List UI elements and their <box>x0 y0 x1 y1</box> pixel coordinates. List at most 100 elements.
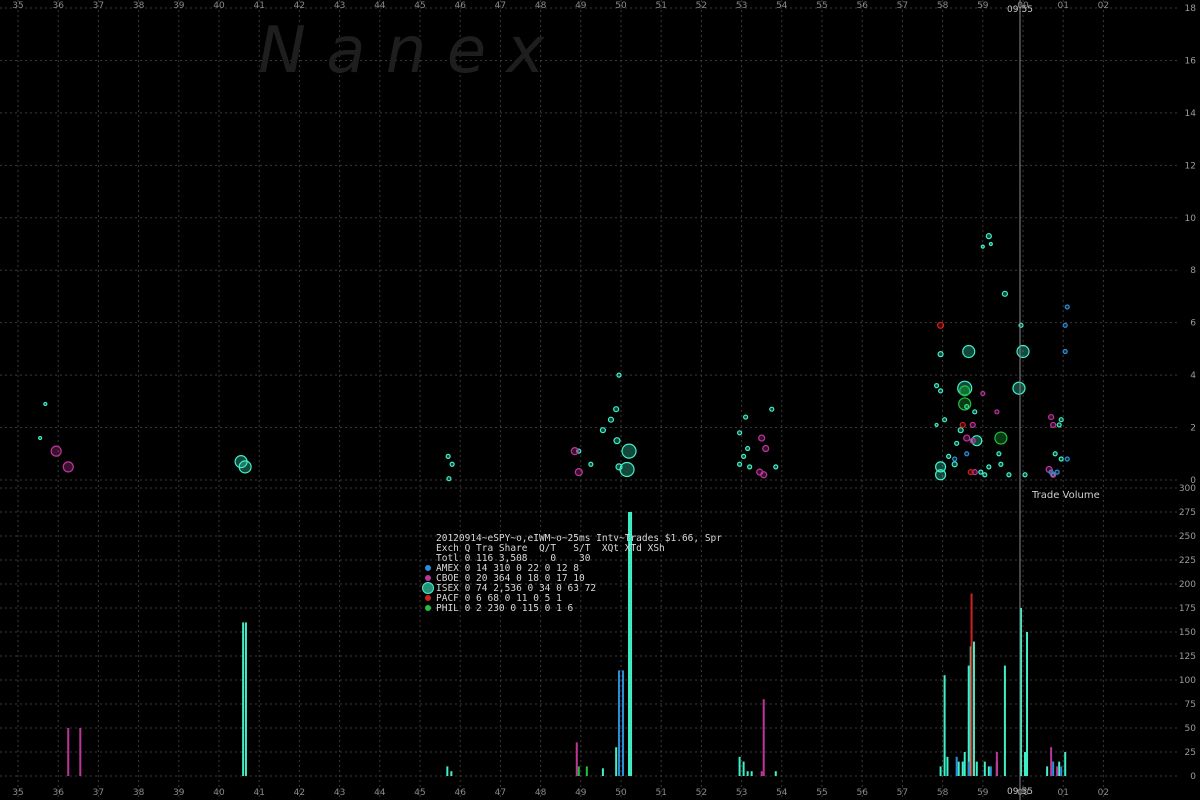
y-tick-label-volume: 175 <box>1179 604 1196 614</box>
volume-bar-cboe <box>760 771 763 776</box>
trade-point-isex <box>1016 344 1030 359</box>
volume-bar-cboe <box>995 752 998 776</box>
x-tick-label: 52 <box>696 1 707 11</box>
volume-bar-isex <box>939 766 942 776</box>
trade-point-isex <box>613 437 621 445</box>
trade-point-amex <box>952 456 958 462</box>
trade-point-isex <box>1052 451 1058 457</box>
volume-bar-isex <box>1026 632 1029 776</box>
y-tick-label-price: 12 <box>1185 161 1196 171</box>
x-tick-label: 44 <box>374 1 386 11</box>
trade-point-cboe <box>969 421 976 429</box>
trade-point-amex <box>1064 304 1070 310</box>
trade-point-amex <box>964 451 970 457</box>
x-tick-label: 55 <box>816 1 827 11</box>
y-tick-label-volume: 75 <box>1185 700 1196 710</box>
volume-bar-isex <box>975 761 978 776</box>
trade-point-isex <box>978 469 984 475</box>
x-tick-label: 36 <box>52 1 64 11</box>
x-tick-label: 02 <box>1098 1 1109 11</box>
trade-point-isex <box>1006 472 1012 478</box>
trade-point-isex <box>743 414 749 420</box>
x-tick-label: 39 <box>173 1 185 11</box>
volume-bar-isex <box>774 771 777 776</box>
trade-point-amex <box>1062 322 1068 328</box>
trade-point-cboe <box>574 468 583 477</box>
trade-point-isex <box>736 430 743 436</box>
volume-bar-isex <box>943 675 946 776</box>
volume-bar-amex <box>955 756 958 776</box>
trade-point-isex <box>942 417 948 423</box>
x-tick-label: 01 <box>1057 1 1068 11</box>
x-tick-label: 50 <box>615 1 627 11</box>
y-tick-label-volume: 300 <box>1179 484 1196 494</box>
volume-bar-amex <box>1060 766 1063 776</box>
volume-bar-cboe <box>575 742 578 776</box>
x-tick-label: 02 <box>1098 788 1109 798</box>
trade-point-cboe <box>980 390 986 397</box>
trade-point-isex <box>741 453 747 459</box>
volume-bar-amex <box>622 670 625 776</box>
volume-bar-cboe <box>1056 766 1059 776</box>
trade-point-phil <box>958 397 972 411</box>
trade-point-isex <box>946 453 952 459</box>
trade-point-isex <box>1058 417 1064 423</box>
trade-point-isex <box>769 406 775 412</box>
x-tick-label: 54 <box>776 788 788 798</box>
trade-point-isex <box>613 406 620 413</box>
x-tick-label: 37 <box>93 1 104 11</box>
x-tick-label: 38 <box>133 788 145 798</box>
y-tick-label-volume: 200 <box>1179 580 1196 590</box>
trade-point-isex <box>980 244 985 249</box>
trade-point-isex <box>445 453 451 459</box>
y-tick-label-price: 2 <box>1190 424 1196 434</box>
volume-bar-isex <box>738 756 741 776</box>
y-tick-label-price: 16 <box>1185 56 1197 66</box>
trade-point-pacf <box>959 421 966 429</box>
trade-point-isex <box>937 388 944 394</box>
y-tick-label-price: 18 <box>1185 4 1197 14</box>
x-tick-label: 51 <box>655 788 666 798</box>
trade-point-isex <box>934 461 947 473</box>
trade-point-cboe <box>570 447 579 456</box>
trade-point-isex <box>607 416 615 423</box>
trade-point-isex <box>621 443 637 459</box>
volume-bar-isex <box>244 622 247 776</box>
volume-bar-isex <box>1058 761 1061 776</box>
y-tick-label-price: 6 <box>1190 319 1196 329</box>
y-tick-label-price: 10 <box>1185 214 1197 224</box>
volume-bar-isex <box>1046 766 1049 776</box>
x-tick-label: 40 <box>213 788 225 798</box>
y-tick-label-volume: 275 <box>1179 508 1196 518</box>
volume-bar-cboe <box>762 699 765 776</box>
trade-point-amex <box>1062 348 1068 355</box>
trade-point-cboe <box>1048 413 1055 421</box>
volume-bar-isex <box>746 771 749 776</box>
volume-bar-amex <box>989 766 992 776</box>
trade-point-cboe <box>62 461 74 473</box>
trade-point-cboe <box>994 409 1000 415</box>
volume-bar-isex <box>987 766 990 776</box>
x-tick-label: 41 <box>253 1 264 11</box>
x-tick-label: 36 <box>52 788 64 798</box>
legend-swatch-isex <box>422 582 434 594</box>
trade-point-amex <box>1064 456 1070 462</box>
x-tick-label: 47 <box>495 1 506 11</box>
x-tick-label: 46 <box>454 1 466 11</box>
x-tick-label: 38 <box>133 1 145 11</box>
y-tick-label-volume: 225 <box>1179 556 1196 566</box>
x-tick-label: 41 <box>253 788 264 798</box>
y-tick-label-volume: 125 <box>1179 652 1196 662</box>
trade-point-isex <box>988 241 993 247</box>
cursor-time-top: 09:55 <box>1007 5 1033 15</box>
trade-point-isex <box>588 461 594 467</box>
trade-point-isex <box>972 409 978 415</box>
volume-bar-isex <box>961 761 964 776</box>
trade-point-isex <box>982 472 988 478</box>
x-tick-label: 54 <box>776 1 788 11</box>
x-tick-label: 58 <box>937 788 949 798</box>
trade-point-isex <box>985 233 992 240</box>
trade-point-phil <box>994 431 1008 445</box>
volume-bar-isex <box>601 768 604 776</box>
volume-bar-isex <box>615 747 618 776</box>
